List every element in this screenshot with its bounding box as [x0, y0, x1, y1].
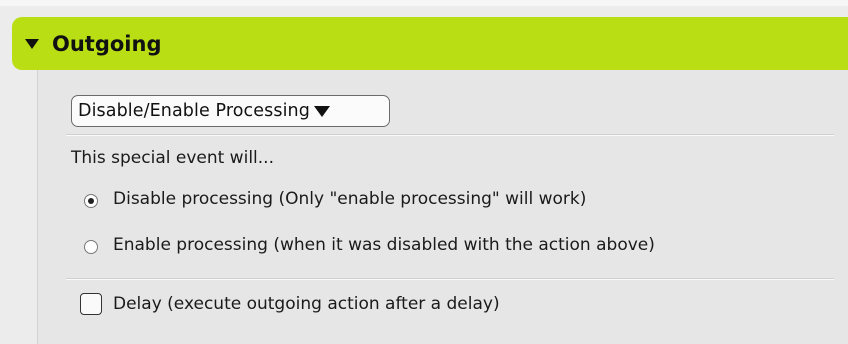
section-panel: Disable/Enable Processing This special e…: [37, 70, 848, 344]
delay-checkbox-label[interactable]: Delay (execute outgoing action after a d…: [113, 294, 500, 314]
triangle-down-icon[interactable]: [25, 38, 39, 49]
intro-text: This special event will...: [71, 148, 274, 168]
radio-disable-processing[interactable]: [84, 194, 98, 208]
divider: [66, 134, 834, 136]
section-header[interactable]: Outgoing: [12, 17, 848, 70]
radio-label-disable-processing[interactable]: Disable processing (Only "enable process…: [113, 189, 586, 209]
outgoing-section: Outgoing Disable/Enable Processing This …: [0, 0, 848, 344]
delay-checkbox[interactable]: [80, 293, 102, 315]
radio-selected-dot: [88, 198, 94, 204]
radio-label-enable-processing[interactable]: Enable processing (when it was disabled …: [113, 235, 655, 255]
divider: [66, 278, 834, 280]
triangle-down-icon: [313, 105, 330, 117]
section-title: Outgoing: [52, 31, 162, 56]
dropdown-selected-value: Disable/Enable Processing: [78, 101, 310, 121]
top-gap: [0, 0, 848, 6]
action-type-dropdown[interactable]: Disable/Enable Processing: [71, 95, 390, 127]
radio-enable-processing[interactable]: [84, 240, 98, 254]
